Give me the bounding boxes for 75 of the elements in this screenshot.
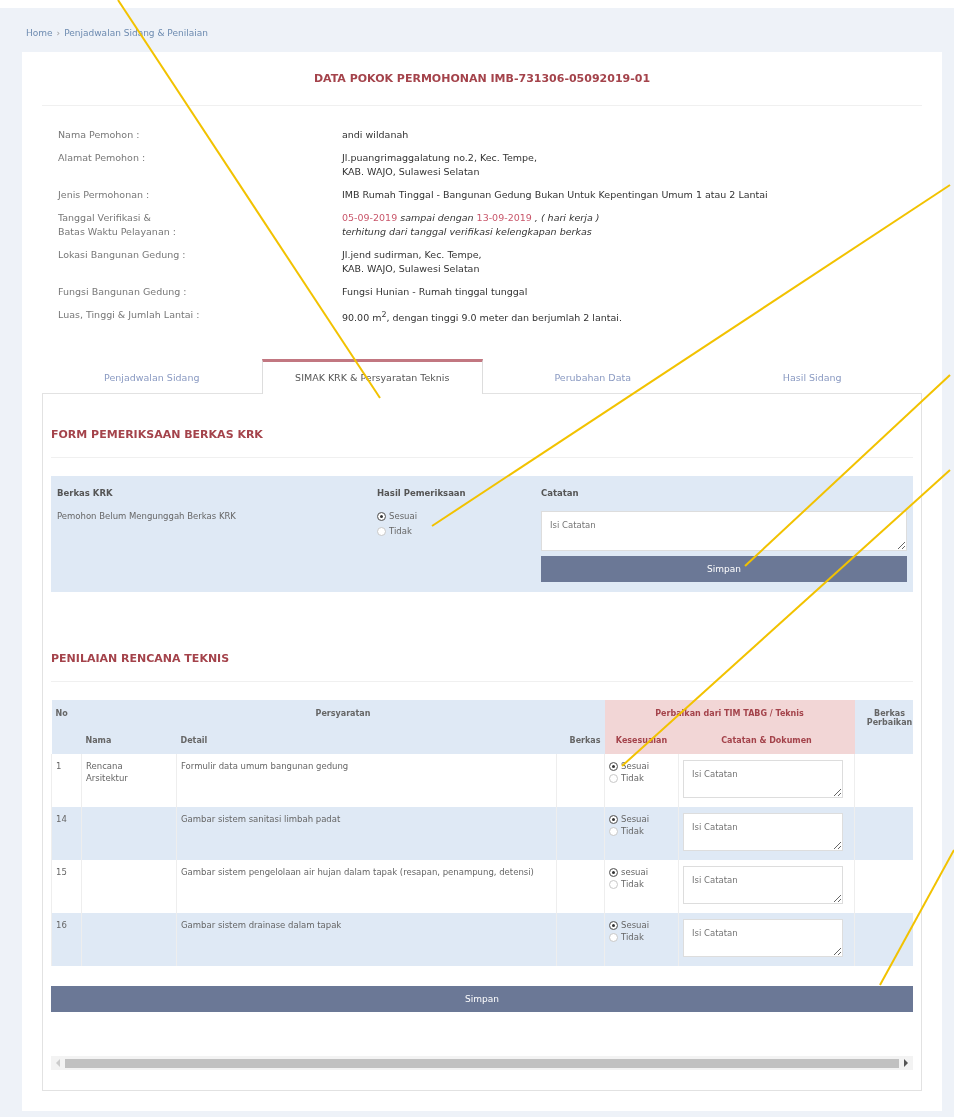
radio-label: Sesuai: [389, 511, 417, 522]
page-title: DATA POKOK PERMOHONAN IMB-731306-05092019-01: [42, 72, 922, 106]
radio-label: Tidak: [621, 878, 644, 891]
radio-button[interactable]: [609, 773, 618, 783]
column-heading: Catatan & Dokumen: [678, 727, 855, 755]
table-cell: Gambar sistem drainase dalam tapak: [181, 920, 342, 931]
table-cell: 1: [56, 761, 62, 772]
scroll-right-icon[interactable]: [903, 1059, 909, 1068]
section-heading: FORM PEMERIKSAAN BERKAS KRK: [51, 408, 913, 459]
column-heading: Persyaratan: [81, 700, 605, 728]
file-status: Pemohon Belum Mengunggah Berkas KRK: [57, 511, 237, 522]
radio-button[interactable]: [609, 932, 618, 942]
table-cell: 14: [56, 814, 67, 825]
breadcrumb-separator: ›: [56, 28, 61, 38]
breadcrumb-link[interactable]: Home: [26, 28, 53, 38]
field-value: Fungsi Hunian - Rumah tinggal tunggal: [342, 285, 529, 299]
radio-button[interactable]: [609, 826, 618, 836]
radio-button[interactable]: [609, 867, 618, 877]
scroll-left-icon[interactable]: [55, 1059, 61, 1068]
radio-label: Tidak: [621, 772, 644, 785]
notes-field[interactable]: Isi Catatan: [683, 813, 843, 852]
field-value: terhitung dari tanggal verifikasi kelengkapan berkas: [342, 225, 593, 239]
radio-button[interactable]: [377, 526, 386, 536]
notes-field[interactable]: Isi Catatan: [683, 760, 843, 799]
field-label: Fungsi Bangunan Gedung :: [58, 285, 188, 299]
field-value: Jl.puangrimaggalatung no.2, Kec. Tempe,: [342, 151, 538, 165]
radio-label: Tidak: [621, 825, 644, 838]
field-value: 05-09-2019 sampai dengan 13-09-2019 , ( hari kerja ): [342, 211, 601, 225]
field-value: IMB Rumah Tinggal - Bangunan Gedung Bukan Untuk Kepentingan Umum 1 atau 2 Lantai: [342, 188, 769, 202]
radio-button[interactable]: [609, 879, 618, 889]
radio-label: Sesuai: [621, 813, 650, 826]
table-cell: Rencana Arsitektur: [86, 761, 128, 784]
tab[interactable]: Penjadwalan Sidang: [42, 359, 262, 395]
tab[interactable]: Hasil Sidang: [702, 359, 922, 395]
field-value: KAB. WAJO, Sulawesi Selatan: [342, 165, 481, 179]
horizontal-scrollbar[interactable]: [51, 1056, 913, 1071]
notes-field[interactable]: Isi Catatan: [683, 919, 843, 958]
radio-button[interactable]: [609, 920, 618, 930]
tab[interactable]: Perubahan Data: [483, 359, 703, 395]
column-heading: Berkas: [556, 727, 605, 755]
column-heading: Detail: [176, 727, 557, 755]
field-value: KAB. WAJO, Sulawesi Selatan: [342, 262, 481, 276]
radio-label: Sesuai: [621, 919, 650, 932]
field-label: Lokasi Bangunan Gedung :: [58, 248, 187, 262]
radio-label: Tidak: [389, 526, 412, 537]
field-label: Jenis Permohonan :: [58, 188, 151, 202]
field-label: Alamat Pemohon :: [58, 151, 147, 165]
table-cell: Gambar sistem pengelolaan air hujan dalam tapak (resapan, penampung, detensi): [181, 867, 534, 878]
section-heading: PENILAIAN RENCANA TEKNIS: [51, 632, 913, 683]
notes-field[interactable]: Isi Catatan: [683, 866, 843, 905]
radio-button[interactable]: [609, 814, 618, 824]
radio-label: Sesuai: [621, 760, 650, 773]
radio-label: Tidak: [621, 931, 644, 944]
column-heading: No: [51, 700, 82, 755]
notes-field[interactable]: Isi Catatan: [541, 511, 907, 552]
radio-button[interactable]: [377, 511, 386, 521]
column-heading: Berkas KRK: [57, 488, 114, 499]
column-heading: Nama: [81, 727, 177, 755]
save-button[interactable]: Simpan: [541, 556, 907, 583]
table-cell: Gambar sistem sanitasi limbah padat: [181, 814, 341, 825]
column-heading: Hasil Pemeriksaan: [377, 488, 467, 499]
table-cell: 15: [56, 867, 67, 878]
column-heading: Berkas Perbaikan: [854, 700, 913, 755]
field-value: 90.00 m$^{2}$, dengan tinggi 9.0 meter dan berjumlah 2 lantai.: [342, 309, 623, 326]
field-label: Tanggal Verifikasi & Batas Waktu Pelayanan :: [58, 211, 177, 239]
field-label: Nama Pemohon :: [58, 128, 141, 142]
field-label: Luas, Tinggi & Jumlah Lantai :: [58, 308, 201, 322]
field-value: andi wildanah: [342, 128, 410, 142]
radio-label: sesuai: [621, 866, 649, 879]
field-value: Jl.jend sudirman, Kec. Tempe,: [342, 248, 483, 262]
table-cell: Formulir data umum bangunan gedung: [181, 761, 349, 772]
table-cell: 16: [56, 920, 67, 931]
save-button[interactable]: Simpan: [51, 986, 913, 1013]
radio-button[interactable]: [609, 761, 618, 771]
column-heading: Catatan: [541, 488, 580, 499]
